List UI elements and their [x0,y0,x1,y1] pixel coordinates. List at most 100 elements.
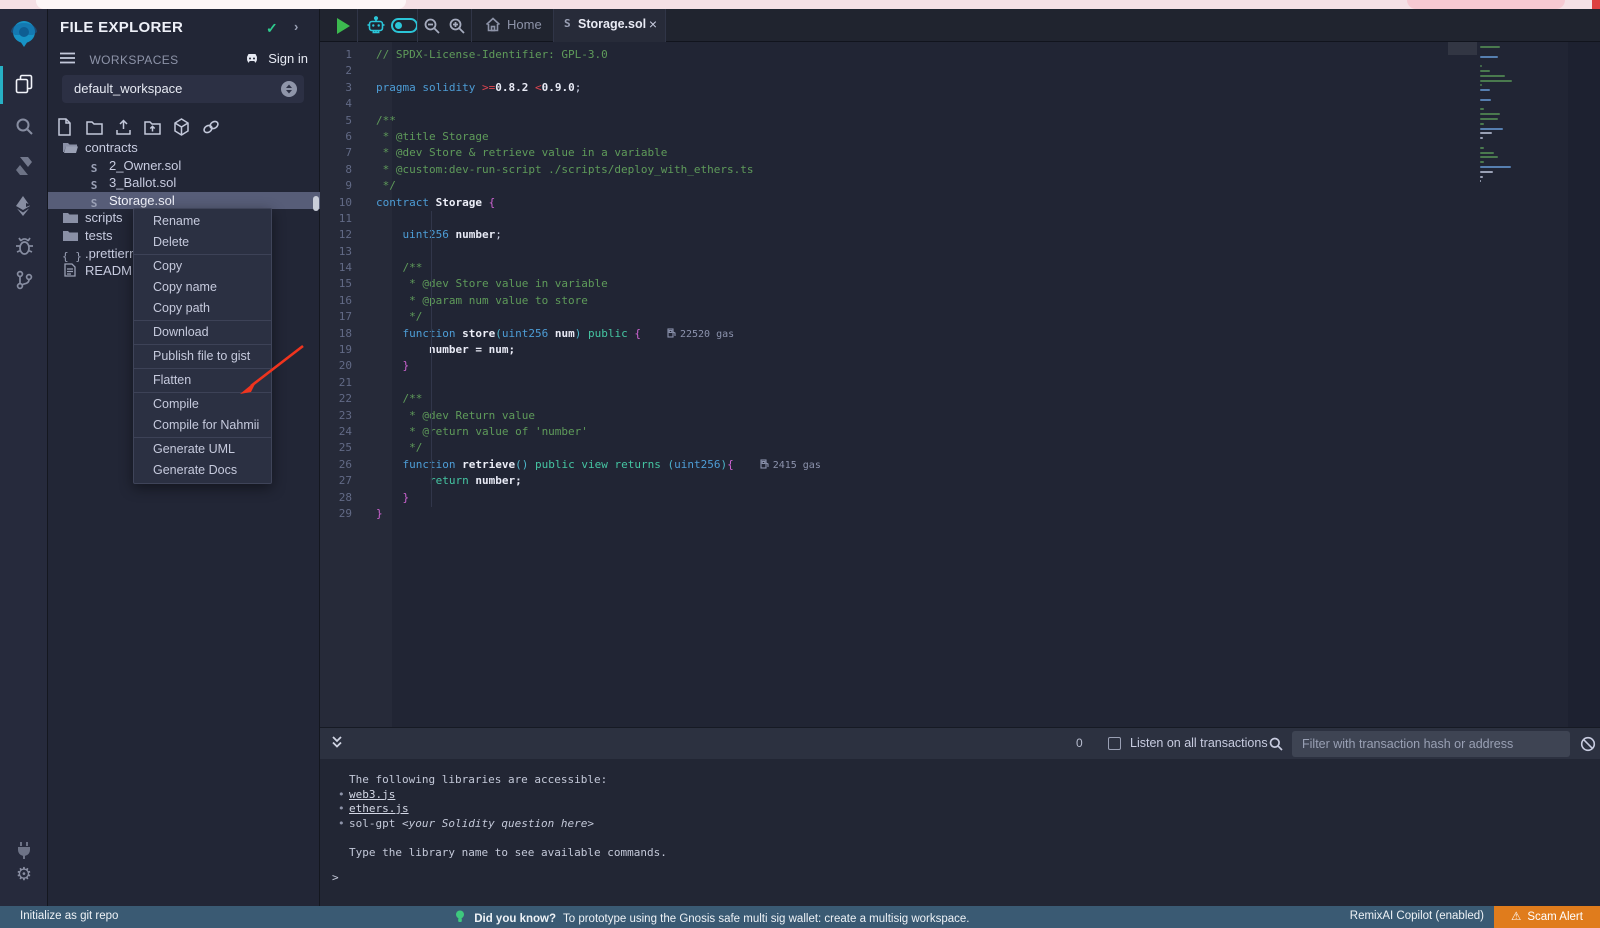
code-line[interactable]: 21 [320,375,821,391]
code-text: * @dev Return value [372,409,535,422]
code-line[interactable]: 7 * @dev Store & retrieve value in a var… [320,145,821,161]
code-line[interactable]: 13 [320,244,821,260]
code-line[interactable]: 5/** [320,113,821,129]
code-text [372,376,376,389]
remix-logo-icon[interactable] [0,13,48,55]
minimap-line [1480,123,1484,125]
editor-area: Home S Storage.sol × 1// SPDX-License-Id… [320,9,1600,906]
code-line[interactable]: 22 /** [320,391,821,407]
new-folder-icon[interactable] [85,117,103,137]
terminal-output[interactable]: The following libraries are accessible:•… [320,759,1600,906]
git-init-button[interactable]: Initialize as git repo [20,910,118,922]
git-icon[interactable] [0,265,48,295]
listen-all-transactions-label: Listen on all transactions [1130,736,1268,750]
code-text [372,97,376,110]
menu-item-copy-name[interactable]: Copy name [134,277,271,298]
tree-item-3-ballot-sol[interactable]: S3_Ballot.sol [48,174,320,192]
code-line[interactable]: 3pragma solidity >=0.8.2 <0.9.0; [320,80,821,96]
terminal-prompt[interactable]: > [332,871,339,884]
indent-guide [431,211,432,507]
code-line[interactable]: 8 * @custom:dev-run-script ./scripts/dep… [320,162,821,178]
menu-item-generate-docs[interactable]: Generate Docs [134,460,271,481]
file-icon [62,263,78,282]
workspace-select[interactable]: default_workspace [62,75,304,103]
tab-home[interactable]: Home [473,9,553,42]
search-icon[interactable] [0,111,48,141]
terminal-link-ethers-js[interactable]: ethers.js [349,802,409,815]
scam-alert-button[interactable]: ⚠Scam Alert [1494,906,1600,928]
code-line[interactable]: 25 */ [320,440,821,456]
run-script-button[interactable] [337,18,350,34]
sign-in-button[interactable]: Sign in [244,51,308,66]
copilot-status[interactable]: RemixAI Copilot (enabled) [1350,910,1484,922]
transaction-filter-input[interactable] [1292,731,1570,757]
menu-item-compile-for-nahmii[interactable]: Compile for Nahmii [134,415,271,436]
code-line[interactable]: 6 * @title Storage [320,129,821,145]
line-number: 11 [320,211,372,227]
code-editor[interactable]: 1// SPDX-License-Identifier: GPL-3.023pr… [320,42,1600,727]
code-line[interactable]: 4 [320,96,821,112]
menu-item-publish-file-to-gist[interactable]: Publish file to gist [134,346,271,367]
code-line[interactable]: 26 function retrieve() public view retur… [320,457,821,473]
code-line[interactable]: 11 [320,211,821,227]
menu-item-rename[interactable]: Rename [134,211,271,232]
zoom-in-icon[interactable] [448,17,466,40]
code-line[interactable]: 18 function store(uint256 num) public {2… [320,326,821,342]
tree-item-storage-sol[interactable]: SStorage.sol [48,192,320,210]
line-number: 28 [320,490,372,506]
listen-all-transactions-checkbox[interactable] [1108,737,1121,750]
tree-scrollbar-thumb[interactable] [313,196,319,211]
code-line[interactable]: 17 */ [320,309,821,325]
code-line[interactable]: 16 * @param num value to store [320,293,821,309]
terminal-link-web3-js[interactable]: web3.js [349,788,395,801]
close-tab-icon[interactable]: × [649,16,657,32]
code-text: * @return value of 'number' [372,425,588,438]
code-text: */ [372,179,396,192]
collapse-panel-chevron-icon[interactable]: › [294,19,298,34]
minimap[interactable] [1478,42,1568,727]
menu-item-flatten[interactable]: Flatten [134,370,271,391]
solidity-compiler-icon[interactable] [0,151,48,181]
menu-item-delete[interactable]: Delete [134,232,271,253]
code-line[interactable]: 2 [320,63,821,79]
workspaces-menu-icon[interactable] [60,51,75,69]
upload-files-icon[interactable] [114,117,132,137]
code-line[interactable]: 1// SPDX-License-Identifier: GPL-3.0 [320,47,821,63]
new-file-icon[interactable] [56,117,74,137]
collapse-terminal-icon[interactable] [330,734,344,755]
code-line[interactable]: 12 uint256 number; [320,227,821,243]
code-line[interactable]: 28 } [320,490,821,506]
code-line[interactable]: 27 return number; [320,473,821,489]
clear-console-ban-icon[interactable] [1580,736,1596,757]
link-icon[interactable] [201,117,219,137]
menu-item-download[interactable]: Download [134,322,271,343]
code-line[interactable]: 15 * @dev Store value in variable [320,276,821,292]
code-line[interactable]: 24 * @return value of 'number' [320,424,821,440]
code-line[interactable]: 20 } [320,358,821,374]
zoom-out-icon[interactable] [423,17,441,40]
ai-copilot-robot-icon[interactable] [366,16,386,40]
code-line[interactable]: 14 /** [320,260,821,276]
terminal-lines: The following libraries are accessible:•… [338,773,667,860]
editor-scrollbar-thumb[interactable] [1448,42,1477,55]
settings-icon[interactable]: ⚙ [0,859,48,889]
code-line[interactable]: 9 */ [320,178,821,194]
menu-item-compile[interactable]: Compile [134,394,271,415]
copilot-toggle[interactable] [391,18,418,33]
tree-item-2-owner-sol[interactable]: S2_Owner.sol [48,157,320,175]
debugger-icon[interactable] [0,231,48,261]
upload-folder-icon[interactable] [143,117,161,137]
tree-item-contracts[interactable]: contracts [48,139,320,157]
code-line[interactable]: 23 * @dev Return value [320,408,821,424]
tab-storage-sol[interactable]: S Storage.sol × [554,9,665,42]
deploy-and-run-icon[interactable] [0,191,48,221]
code-line[interactable]: 19 number = num; [320,342,821,358]
code-line[interactable]: 10contract Storage { [320,195,821,211]
line-number: 6 [320,129,372,145]
file-explorer-icon[interactable] [0,69,48,99]
menu-item-generate-uml[interactable]: Generate UML [134,439,271,460]
menu-item-copy[interactable]: Copy [134,256,271,277]
menu-item-copy-path[interactable]: Copy path [134,298,271,319]
box-icon[interactable] [172,117,190,137]
code-line[interactable]: 29} [320,506,821,522]
